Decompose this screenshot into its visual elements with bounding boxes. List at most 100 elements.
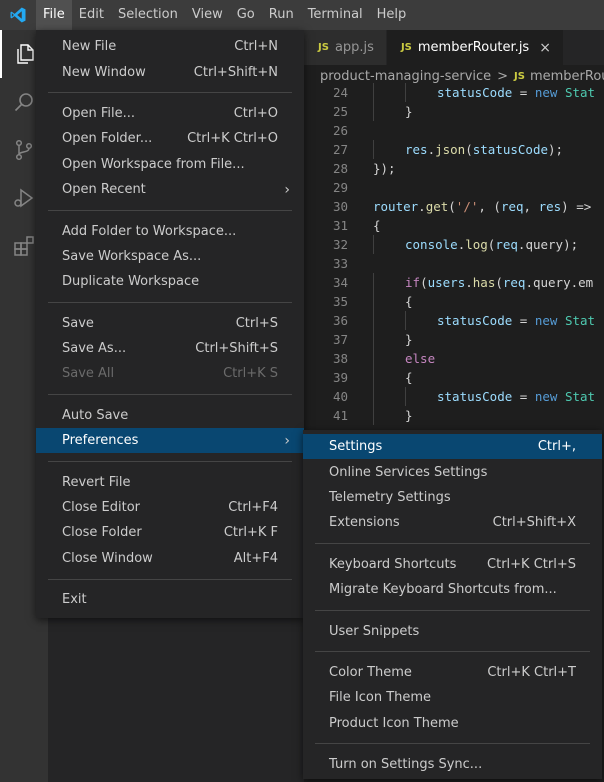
menu-item-duplicate-workspace[interactable]: Duplicate Workspace	[36, 269, 304, 294]
code-line: 26	[304, 121, 604, 140]
menu-item-label: Open File...	[62, 105, 136, 121]
menu-item-label: Keyboard Shortcuts	[329, 556, 457, 572]
menu-item-color-theme[interactable]: Color Theme Ctrl+K Ctrl+T	[303, 660, 602, 685]
indent-guide	[373, 311, 374, 330]
variable-token: router	[373, 199, 419, 214]
line-number: 28	[332, 161, 348, 176]
code-line: 37}	[304, 330, 604, 349]
menu-separator	[48, 209, 292, 211]
menu-item-save[interactable]: Save Ctrl+S	[36, 311, 304, 336]
code-token: {	[405, 294, 413, 309]
menu-item-settings[interactable]: Settings Ctrl+,	[303, 434, 602, 460]
menu-item-migrate-keyboard-shortcuts-from[interactable]: Migrate Keyboard Shortcuts from...	[303, 577, 602, 602]
code-token: }	[405, 104, 413, 119]
close-icon[interactable]: ×	[539, 40, 551, 56]
menu-terminal[interactable]: Terminal	[301, 0, 370, 30]
menu-view[interactable]: View	[185, 0, 230, 30]
type-token: Stat	[564, 313, 596, 328]
menu-item-telemetry-settings[interactable]: Telemetry Settings	[303, 485, 602, 510]
variable-token: statusCode	[437, 85, 513, 100]
menu-separator	[48, 578, 292, 580]
js-file-icon: JS	[318, 42, 329, 53]
variable-token: statusCode	[437, 389, 513, 404]
menu-item-file-icon-theme[interactable]: File Icon Theme	[303, 685, 602, 710]
code-token: }	[405, 408, 413, 423]
line-number: 39	[332, 370, 348, 385]
menu-go[interactable]: Go	[230, 0, 262, 30]
menu-item-label: Save As...	[62, 341, 127, 357]
menu-item-product-icon-theme[interactable]: Product Icon Theme	[303, 711, 602, 736]
menu-item-auto-save[interactable]: Auto Save	[36, 403, 304, 428]
breadcrumb-file[interactable]: memberRouter.	[530, 69, 604, 84]
tab-label: memberRouter.js	[417, 40, 530, 55]
code-line: 27 res.json(statusCode);	[304, 140, 604, 159]
menu-item-label: Close Folder	[62, 525, 142, 541]
menu-item-label: Save	[62, 315, 94, 331]
menu-file[interactable]: File	[36, 0, 72, 30]
vscode-logo-icon	[0, 0, 36, 30]
menu-item-close-editor[interactable]: Close Editor Ctrl+F4	[36, 495, 304, 520]
menu-item-label: User Snippets	[329, 623, 420, 639]
menu-item-add-folder-to-workspace[interactable]: Add Folder to Workspace...	[36, 218, 304, 243]
tab-app-js[interactable]: JS app.js	[304, 30, 387, 65]
code-token: .	[465, 275, 473, 290]
menu-item-label: Color Theme	[329, 664, 412, 680]
menu-item-exit[interactable]: Exit	[36, 587, 304, 612]
menu-run[interactable]: Run	[262, 0, 301, 30]
code-token: =	[512, 313, 535, 328]
menu-edit[interactable]: Edit	[72, 0, 111, 30]
menu-item-open-folder[interactable]: Open Folder... Ctrl+K Ctrl+O	[36, 126, 304, 151]
menu-item-preferences[interactable]: Preferences ›	[36, 428, 304, 454]
code-token: em	[578, 275, 594, 290]
chevron-right-icon: ›	[284, 181, 290, 198]
menu-item-label: Migrate Keyboard Shortcuts from...	[329, 582, 557, 598]
keyboard-shortcut: Ctrl+,	[537, 439, 576, 455]
menu-item-open-file[interactable]: Open File... Ctrl+O	[36, 101, 304, 126]
menu-item-close-window[interactable]: Close Window Alt+F4	[36, 546, 304, 571]
menu-item-open-workspace-from-file[interactable]: Open Workspace from File...	[36, 152, 304, 177]
menu-item-label: Online Services Settings	[329, 464, 488, 480]
menu-item-revert-file[interactable]: Revert File	[36, 469, 304, 494]
menu-item-keyboard-shortcuts[interactable]: Keyboard Shortcuts Ctrl+K Ctrl+S	[303, 552, 602, 577]
menu-help[interactable]: Help	[370, 0, 414, 30]
breadcrumb-folder[interactable]: product-managing-service	[320, 69, 491, 84]
menu-item-open-recent[interactable]: Open Recent ›	[36, 177, 304, 202]
breadcrumb-separator: >	[497, 68, 509, 84]
menu-item-label: Close Window	[62, 550, 153, 566]
indent-guide	[373, 83, 374, 102]
function-token: get	[425, 199, 449, 214]
code-token: (	[448, 199, 456, 214]
indent-guide	[373, 387, 374, 406]
menu-item-user-snippets[interactable]: User Snippets	[303, 618, 602, 643]
code-text: else	[405, 349, 435, 368]
menu-separator	[315, 651, 590, 653]
menu-item-label: Settings	[329, 439, 383, 455]
function-token: json	[435, 142, 466, 157]
menu-item-new-window[interactable]: New Window Ctrl+Shift+N	[36, 59, 304, 84]
menu-item-save-as[interactable]: Save As... Ctrl+Shift+S	[36, 336, 304, 361]
code-line: 38 else	[304, 349, 604, 368]
menu-item-close-folder[interactable]: Close Folder Ctrl+K F	[36, 520, 304, 545]
file-menu: New File Ctrl+N New Window Ctrl+Shift+N Open…	[36, 30, 304, 618]
code-line: 31 {	[304, 216, 604, 235]
menu-item-new-file[interactable]: New File Ctrl+N	[36, 34, 304, 59]
menu-item-extensions[interactable]: Extensions Ctrl+Shift+X	[303, 510, 602, 535]
variable-token: statusCode	[437, 313, 513, 328]
menu-item-save-workspace-as[interactable]: Save Workspace As...	[36, 244, 304, 269]
line-number: 31	[332, 218, 348, 233]
code-text: statusCode = new Stat	[437, 387, 595, 406]
menu-item-label: New File	[62, 39, 117, 55]
tab-member-router-js[interactable]: JS memberRouter.js ×	[386, 30, 564, 65]
keyword-token: new	[534, 389, 558, 404]
js-file-icon: JS	[514, 70, 525, 82]
indent-guide	[405, 83, 406, 102]
menu-item-online-services-settings[interactable]: Online Services Settings	[303, 459, 602, 484]
line-number: 38	[332, 351, 348, 366]
keyword-token: new	[534, 313, 558, 328]
line-number: 32	[332, 237, 348, 252]
code-line: 34 if(users.has(req.query.em	[304, 273, 604, 292]
code-token: );	[548, 142, 564, 157]
menu-selection[interactable]: Selection	[111, 0, 185, 30]
menu-item-turn-on-settings-sync[interactable]: Turn on Settings Sync...	[303, 752, 602, 777]
